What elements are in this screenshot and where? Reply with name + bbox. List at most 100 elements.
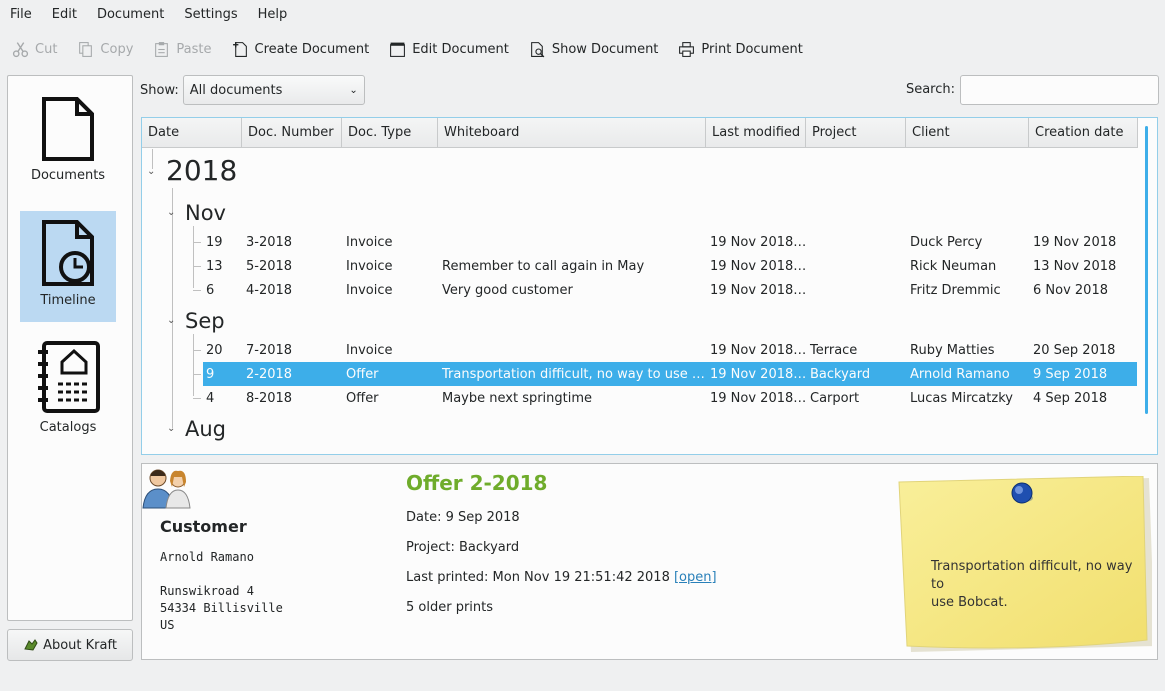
copy-label: Copy [100, 41, 134, 57]
column-header-project[interactable]: Project [806, 118, 906, 148]
paste-button[interactable]: Paste [141, 35, 219, 63]
cut-label: Cut [35, 41, 58, 57]
copy-icon [79, 41, 93, 57]
edit-document-icon [390, 42, 406, 57]
column-header-date[interactable]: Date [142, 118, 242, 148]
column-header-doc-type[interactable]: Doc. Type [342, 118, 438, 148]
document-timeline-tree[interactable]: Date Doc. Number Doc. Type Whiteboard La… [141, 117, 1158, 455]
customer-name: Arnold Ramano [160, 550, 254, 564]
cell-day: 9 [206, 366, 215, 382]
table-row[interactable]: 13 5-2018 Invoice Remember to call again… [203, 254, 1137, 278]
document-project: Project: Backyard [406, 540, 520, 555]
cell-day: 13 [206, 258, 223, 274]
menu-file[interactable]: File [0, 0, 42, 30]
sticky-note-line-2: use Bobcat. [931, 595, 1008, 610]
tree-line [172, 188, 173, 428]
show-document-button[interactable]: Show Document [517, 35, 667, 63]
document-detail-pane: Customer Arnold Ramano Runswikroad 4 543… [141, 463, 1158, 660]
last-printed-text: Last printed: Mon Nov 19 21:51:42 2018 [406, 570, 670, 585]
address-city: 54334 Billisville [160, 601, 283, 615]
cell-creation-date: 13 Nov 2018 [1033, 258, 1117, 274]
pushpin-icon [1011, 482, 1033, 504]
sidebar-item-timeline[interactable]: Timeline [20, 211, 116, 322]
column-header: Date Doc. Number Doc. Type Whiteboard La… [142, 118, 1138, 148]
vertical-scrollbar[interactable] [1145, 126, 1148, 414]
sidebar-item-catalogs[interactable]: Catalogs [20, 340, 116, 440]
show-filter-value: All documents [189, 82, 283, 98]
year-group-label[interactable]: 2018 [166, 154, 237, 188]
cell-doc-number: 3-2018 [246, 234, 293, 250]
sidebar-label-timeline: Timeline [40, 293, 96, 308]
catalog-icon [38, 341, 100, 413]
month-group-label[interactable]: Aug [185, 416, 226, 442]
cell-doc-type: Invoice [346, 234, 393, 250]
cell-doc-type: Offer [346, 390, 379, 406]
table-row[interactable]: 20 7-2018 Invoice 19 Nov 2018 ... Terrac… [203, 338, 1137, 362]
cell-doc-type: Invoice [346, 258, 393, 274]
sticky-note-text: Transportation difficult, no way to use … [931, 558, 1145, 612]
cell-creation-date: 19 Nov 2018 [1033, 234, 1117, 250]
document-title: Offer 2-2018 [406, 471, 548, 495]
sticky-note-line-1: Transportation difficult, no way to [931, 559, 1133, 592]
show-label: Show: [140, 82, 179, 98]
copy-button[interactable]: Copy [65, 35, 141, 63]
month-group-label[interactable]: Nov [185, 200, 226, 226]
cell-doc-number: 5-2018 [246, 258, 293, 274]
menu-document[interactable]: Document [87, 0, 174, 30]
customers-icon [142, 469, 191, 509]
cell-last-modified: 19 Nov 2018 ... [710, 390, 807, 406]
cell-doc-type: Invoice [346, 342, 393, 358]
cell-day: 4 [206, 390, 215, 406]
cell-doc-number: 7-2018 [246, 342, 293, 358]
cell-project: Backyard [810, 366, 871, 382]
table-row-selected[interactable]: 9 2-2018 Offer Transportation difficult,… [203, 362, 1137, 386]
cell-whiteboard: Very good customer [442, 282, 573, 298]
create-document-button[interactable]: Create Document [220, 35, 378, 63]
cut-button[interactable]: Cut [0, 35, 65, 63]
show-document-label: Show Document [551, 41, 659, 57]
cell-creation-date: 6 Nov 2018 [1033, 282, 1108, 298]
column-header-client[interactable]: Client [906, 118, 1029, 148]
show-filter-dropdown[interactable]: All documents ⌄ [182, 75, 365, 105]
sidebar-item-documents[interactable]: Documents [20, 96, 116, 196]
tree-line [193, 226, 194, 288]
edit-document-button[interactable]: Edit Document [377, 35, 517, 63]
column-header-whiteboard[interactable]: Whiteboard [438, 118, 706, 148]
menu-help[interactable]: Help [248, 0, 298, 30]
column-header-doc-number[interactable]: Doc. Number [242, 118, 342, 148]
about-kraft-button[interactable]: About Kraft [7, 629, 133, 661]
cell-creation-date: 4 Sep 2018 [1033, 390, 1108, 406]
menu-edit[interactable]: Edit [42, 0, 87, 30]
expand-month-chevron-icon[interactable]: ⌄ [167, 315, 177, 326]
expand-month-chevron-icon[interactable]: ⌄ [167, 423, 177, 434]
paste-icon [155, 41, 169, 57]
document-preview-icon [530, 41, 545, 57]
cell-day: 20 [206, 342, 223, 358]
column-header-creation-date[interactable]: Creation date [1029, 118, 1138, 148]
month-group-label[interactable]: Sep [185, 308, 225, 334]
cell-doc-number: 2-2018 [246, 366, 293, 382]
tree-line [193, 350, 201, 351]
column-header-last-modified[interactable]: Last modified [706, 118, 806, 148]
cell-client: Rick Neuman [910, 258, 997, 274]
expand-month-chevron-icon[interactable]: ⌄ [167, 207, 177, 218]
whiteboard-sticky-note: Transportation difficult, no way to use … [897, 476, 1152, 654]
expand-year-chevron-icon[interactable]: ⌄ [147, 166, 157, 177]
tree-line [193, 398, 201, 399]
search-input[interactable] [960, 75, 1159, 105]
cell-last-modified: 19 Nov 2018 ... [710, 258, 807, 274]
cell-client: Duck Percy [910, 234, 983, 250]
scissors-icon [12, 41, 29, 57]
cell-client: Lucas Mircatzky [910, 390, 1013, 406]
sidebar-label-catalogs: Catalogs [39, 420, 97, 435]
table-row[interactable]: 4 8-2018 Offer Maybe next springtime 19 … [203, 386, 1137, 410]
menu-settings[interactable]: Settings [174, 0, 247, 30]
print-document-button[interactable]: Print Document [666, 35, 810, 63]
table-row[interactable]: 6 4-2018 Invoice Very good customer 19 N… [203, 278, 1137, 302]
open-print-link[interactable]: [open] [674, 570, 717, 585]
cell-whiteboard: Maybe next springtime [442, 390, 593, 406]
tree-line [193, 374, 201, 375]
cell-day: 19 [206, 234, 223, 250]
cell-last-modified: 19 Nov 2018 ... [710, 342, 807, 358]
table-row[interactable]: 19 3-2018 Invoice 19 Nov 2018 ... Duck P… [203, 230, 1137, 254]
